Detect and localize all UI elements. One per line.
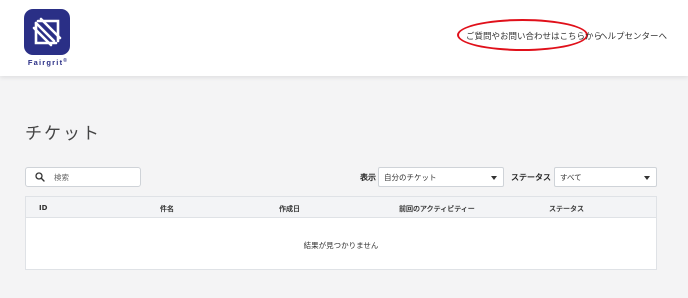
logo-mark-icon bbox=[24, 9, 70, 55]
chevron-down-icon bbox=[491, 176, 497, 180]
status-select[interactable]: すべて bbox=[554, 167, 657, 187]
column-header-status[interactable]: ステータス bbox=[549, 204, 584, 214]
search-input[interactable] bbox=[54, 172, 134, 182]
column-header-id[interactable]: ID bbox=[39, 204, 47, 212]
status-filter-label: ステータス bbox=[511, 173, 551, 182]
column-header-created[interactable]: 作成日 bbox=[279, 204, 300, 214]
search-box[interactable] bbox=[25, 167, 141, 187]
chevron-down-icon bbox=[644, 176, 650, 180]
fairgrit-logo[interactable]: Fairgrit® bbox=[24, 9, 72, 69]
tickets-table: ID 件名 作成日 前回のアクティビティー ステータス 結果が見つかりません bbox=[25, 196, 657, 270]
view-filter-label: 表示 bbox=[360, 173, 376, 182]
status-select-value: すべて bbox=[560, 172, 582, 182]
view-select-value: 自分のチケット bbox=[384, 172, 437, 182]
help-center-link[interactable]: ヘルプセンターへ bbox=[599, 30, 667, 42]
logo-wordmark: Fairgrit® bbox=[27, 58, 69, 67]
site-header: Fairgrit® ご質問やお問い合わせはこちらから ヘルプセンターへ bbox=[0, 0, 688, 76]
column-header-last-activity[interactable]: 前回のアクティビティー bbox=[399, 204, 475, 214]
empty-state-message: 結果が見つかりません bbox=[303, 241, 379, 250]
contact-link[interactable]: ご質問やお問い合わせはこちらから bbox=[466, 30, 602, 42]
page-title: チケット bbox=[25, 124, 101, 144]
table-header: ID 件名 作成日 前回のアクティビティー ステータス bbox=[26, 197, 656, 218]
column-header-subject[interactable]: 件名 bbox=[160, 204, 174, 214]
view-select[interactable]: 自分のチケット bbox=[378, 167, 504, 187]
search-icon bbox=[35, 172, 45, 182]
